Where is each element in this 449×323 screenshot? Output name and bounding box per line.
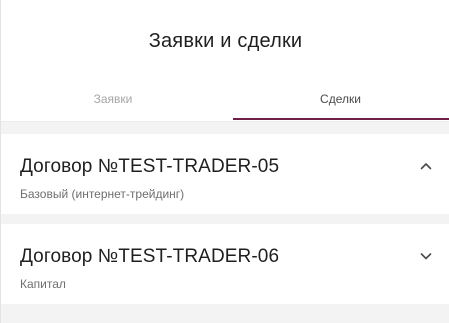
section-gap xyxy=(1,122,449,134)
contract-subtitle: Базовый (интернет-трейдинг) xyxy=(20,187,185,201)
tab-bar: Заявки Сделки xyxy=(1,80,449,122)
contract-title: Договор №TEST-TRADER-06 xyxy=(20,246,280,267)
page-title: Заявки и сделки xyxy=(148,30,303,52)
section-gap xyxy=(1,214,449,224)
chevron-up-icon[interactable] xyxy=(418,158,434,174)
tab-deals[interactable]: Сделки xyxy=(231,80,449,122)
tab-orders[interactable]: Заявки xyxy=(1,80,225,122)
contract-title: Договор №TEST-TRADER-05 xyxy=(20,156,280,177)
chevron-down-icon[interactable] xyxy=(418,248,434,264)
contract-item-test-trader-06[interactable]: Договор №TEST-TRADER-06 Капитал xyxy=(1,224,449,304)
deals-screen: Заявки и сделки Заявки Сделки Договор №T… xyxy=(0,0,449,323)
contract-item-test-trader-05[interactable]: Договор №TEST-TRADER-05 Базовый (интерне… xyxy=(1,134,449,214)
contract-subtitle: Капитал xyxy=(20,277,66,291)
page-header: Заявки и сделки xyxy=(1,0,449,80)
section-gap xyxy=(1,304,449,323)
active-tab-indicator xyxy=(233,118,449,120)
